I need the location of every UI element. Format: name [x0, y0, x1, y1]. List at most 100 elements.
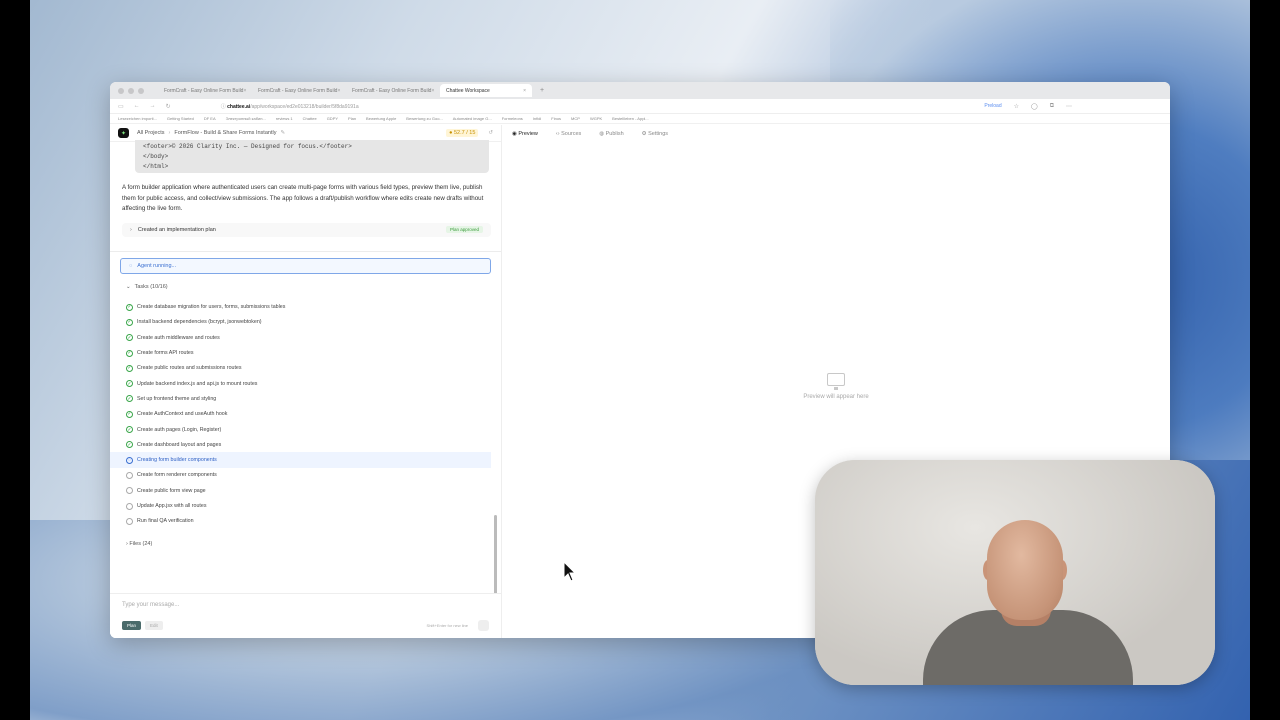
forward-icon[interactable]: →	[150, 103, 156, 110]
implementation-plan-toggle[interactable]: › Created an implementation plan Plan ap…	[122, 222, 491, 237]
composer-toolbar: Plan Edit Shift+Enter for new line	[122, 620, 489, 631]
credits-badge: ● 52.7 / 15	[446, 129, 479, 137]
webcam-overlay	[815, 460, 1215, 685]
check-circle-icon: ✓	[126, 441, 133, 449]
bookmark-item[interactable]: Lesezeichen importi...	[118, 116, 157, 121]
task-label: Update App.jsx with all routes	[137, 503, 207, 509]
bookmarks-bar: Lesezeichen importi... Getting Started DF …	[110, 114, 1170, 124]
message-input[interactable]: Type your message...	[122, 602, 489, 616]
task-label: Create database migration for users, for…	[137, 304, 286, 311]
empty-circle-icon	[126, 517, 133, 525]
address-bar-actions: Preload ☆ ◯ ⧉ ⋯	[984, 103, 1072, 110]
history-icon[interactable]: ↺	[488, 130, 493, 136]
browser-tab-active[interactable]: Chattee Workspace ×	[440, 84, 532, 97]
bookmark-item[interactable]: GDPY	[327, 116, 338, 121]
code-snippet: <footer>© 2026 Clarity Inc. — Designed f…	[135, 140, 489, 173]
close-tab-icon[interactable]: ×	[523, 88, 526, 94]
maximize-window-button[interactable]	[138, 87, 144, 94]
url-host: chattee.ai	[227, 103, 251, 110]
task-item: Create public form view page	[110, 483, 491, 498]
task-item: ✓ Create AuthContext and useAuth hook	[110, 407, 491, 422]
bookmark-item[interactable]: Finos	[551, 116, 561, 121]
task-label: Create form renderer components	[137, 472, 217, 479]
task-item: ✓ Create auth pages (Login, Register)	[110, 422, 491, 437]
preload-label[interactable]: Preload	[984, 103, 1001, 110]
reload-icon[interactable]: ↻	[166, 103, 171, 110]
star-icon[interactable]: ☆	[1014, 103, 1019, 110]
bookmark-item[interactable]: Chattee	[303, 116, 317, 121]
send-button[interactable]	[478, 620, 489, 631]
task-label: Update backend index.js and api.js to mo…	[137, 380, 258, 387]
info-icon: ⓘ	[220, 103, 226, 110]
bookmark-item[interactable]: MCP	[571, 116, 580, 121]
task-item: Update App.jsx with all routes	[110, 498, 491, 513]
check-circle-icon: ✓	[126, 349, 133, 357]
bookmark-item[interactable]: Plan	[348, 116, 356, 121]
code-line: <footer>© 2026 Clarity Inc. — Designed f…	[143, 143, 352, 150]
menu-icon[interactable]: ⋯	[1066, 103, 1072, 110]
close-tab-icon[interactable]: ×	[337, 88, 340, 94]
message-composer: Type your message... Plan Edit Shift+Ent…	[110, 593, 501, 638]
tab-settings[interactable]: ⚙ Settings	[642, 131, 668, 137]
task-label: Create dashboard layout and pages	[137, 441, 222, 448]
preview-empty-label: Preview will appear here	[803, 394, 869, 400]
browser-tab[interactable]: FormCraft - Easy Online Form Build ×	[252, 84, 344, 97]
minimize-window-button[interactable]	[128, 87, 134, 94]
bookmark-item[interactable]: WGPK	[590, 116, 602, 121]
tasks-header: Tasks (10/16)	[134, 283, 168, 290]
task-label: Creating form builder components	[137, 457, 217, 464]
bookmark-item[interactable]: DF EA	[204, 116, 216, 121]
bookmark-item[interactable]: Bestellleben - Appl...	[612, 116, 648, 121]
task-item: ✓ Create forms API routes	[110, 345, 491, 360]
extensions-icon[interactable]: ⧉	[1050, 103, 1054, 110]
task-item: ✓ Create database migration for users, fo…	[110, 300, 491, 315]
bookmark-item[interactable]: Infidi	[533, 116, 541, 121]
sidebar-toggle-icon[interactable]: ▭	[118, 103, 124, 110]
task-item: ◌ Creating form builder components	[110, 452, 491, 468]
tab-publish[interactable]: ◍ Publish	[599, 131, 623, 137]
credits-value: 52.7 / 15	[453, 130, 476, 136]
bookmark-item[interactable]: Automated image G...	[453, 116, 492, 121]
bookmark-item[interactable]: Bewertung zu Goo...	[406, 116, 442, 121]
browser-tab[interactable]: FormCraft - Easy Online Form Build ×	[158, 84, 250, 97]
plan-approved-badge: Plan approved	[445, 226, 483, 233]
empty-circle-icon	[126, 502, 133, 510]
bookmark-item[interactable]: Formeleons	[502, 116, 523, 121]
task-item: ✓ Update backend index.js and api.js to m…	[110, 376, 491, 391]
check-circle-icon: ✓	[126, 303, 133, 311]
task-item: Create form renderer components	[110, 468, 491, 483]
plan-mode-button[interactable]: Plan	[122, 621, 142, 630]
close-window-button[interactable]	[118, 87, 124, 94]
bookmark-item[interactable]: Getting Started	[167, 116, 194, 121]
app-logo[interactable]: ✦	[118, 128, 129, 138]
browser-tab[interactable]: FormCraft - Easy Online Form Build ×	[346, 84, 438, 97]
edit-mode-button[interactable]: Edit	[145, 621, 163, 630]
tab-preview[interactable]: ◉ Preview	[512, 131, 538, 137]
breadcrumb-separator: ›	[168, 130, 171, 136]
task-label: Install backend dependencies (bcrypt, js…	[137, 319, 262, 326]
tasks-toggle[interactable]: ⌄ Tasks (10/16)	[126, 284, 501, 290]
bookmark-item[interactable]: Электронный кабин...	[226, 116, 266, 121]
profile-icon[interactable]: ◯	[1031, 103, 1038, 110]
check-circle-icon: ✓	[126, 318, 133, 326]
new-tab-icon[interactable]: +	[540, 87, 544, 94]
files-toggle[interactable]: › Files (24)	[126, 541, 501, 547]
bookmark-item[interactable]: reviews 1	[276, 116, 293, 121]
task-list: ✓ Create database migration for users, fo…	[110, 300, 501, 529]
agent-status: ◌ Agent running...	[120, 257, 491, 274]
window-controls	[118, 87, 144, 94]
empty-circle-icon	[126, 487, 133, 495]
edit-icon[interactable]: ✎	[280, 130, 285, 136]
close-tab-icon[interactable]: ×	[431, 88, 434, 94]
breadcrumb-all-projects[interactable]: All Projects	[137, 130, 165, 136]
chevron-right-icon: ›	[126, 540, 128, 547]
tab-sources[interactable]: ‹› Sources	[556, 131, 581, 137]
code-line: </body>	[143, 153, 169, 160]
bookmark-item[interactable]: Bewertung Apple	[366, 116, 396, 121]
plan-summary: A form builder application where authent…	[122, 184, 484, 212]
close-tab-icon[interactable]: ×	[243, 88, 246, 94]
url-field[interactable]: ⓘ chattee.ai/app/workspace/ed2e013218/bu…	[221, 103, 985, 110]
back-icon[interactable]: ←	[134, 103, 140, 110]
task-label: Set up frontend theme and styling	[137, 395, 217, 402]
plan-label: Created an implementation plan	[137, 226, 216, 233]
